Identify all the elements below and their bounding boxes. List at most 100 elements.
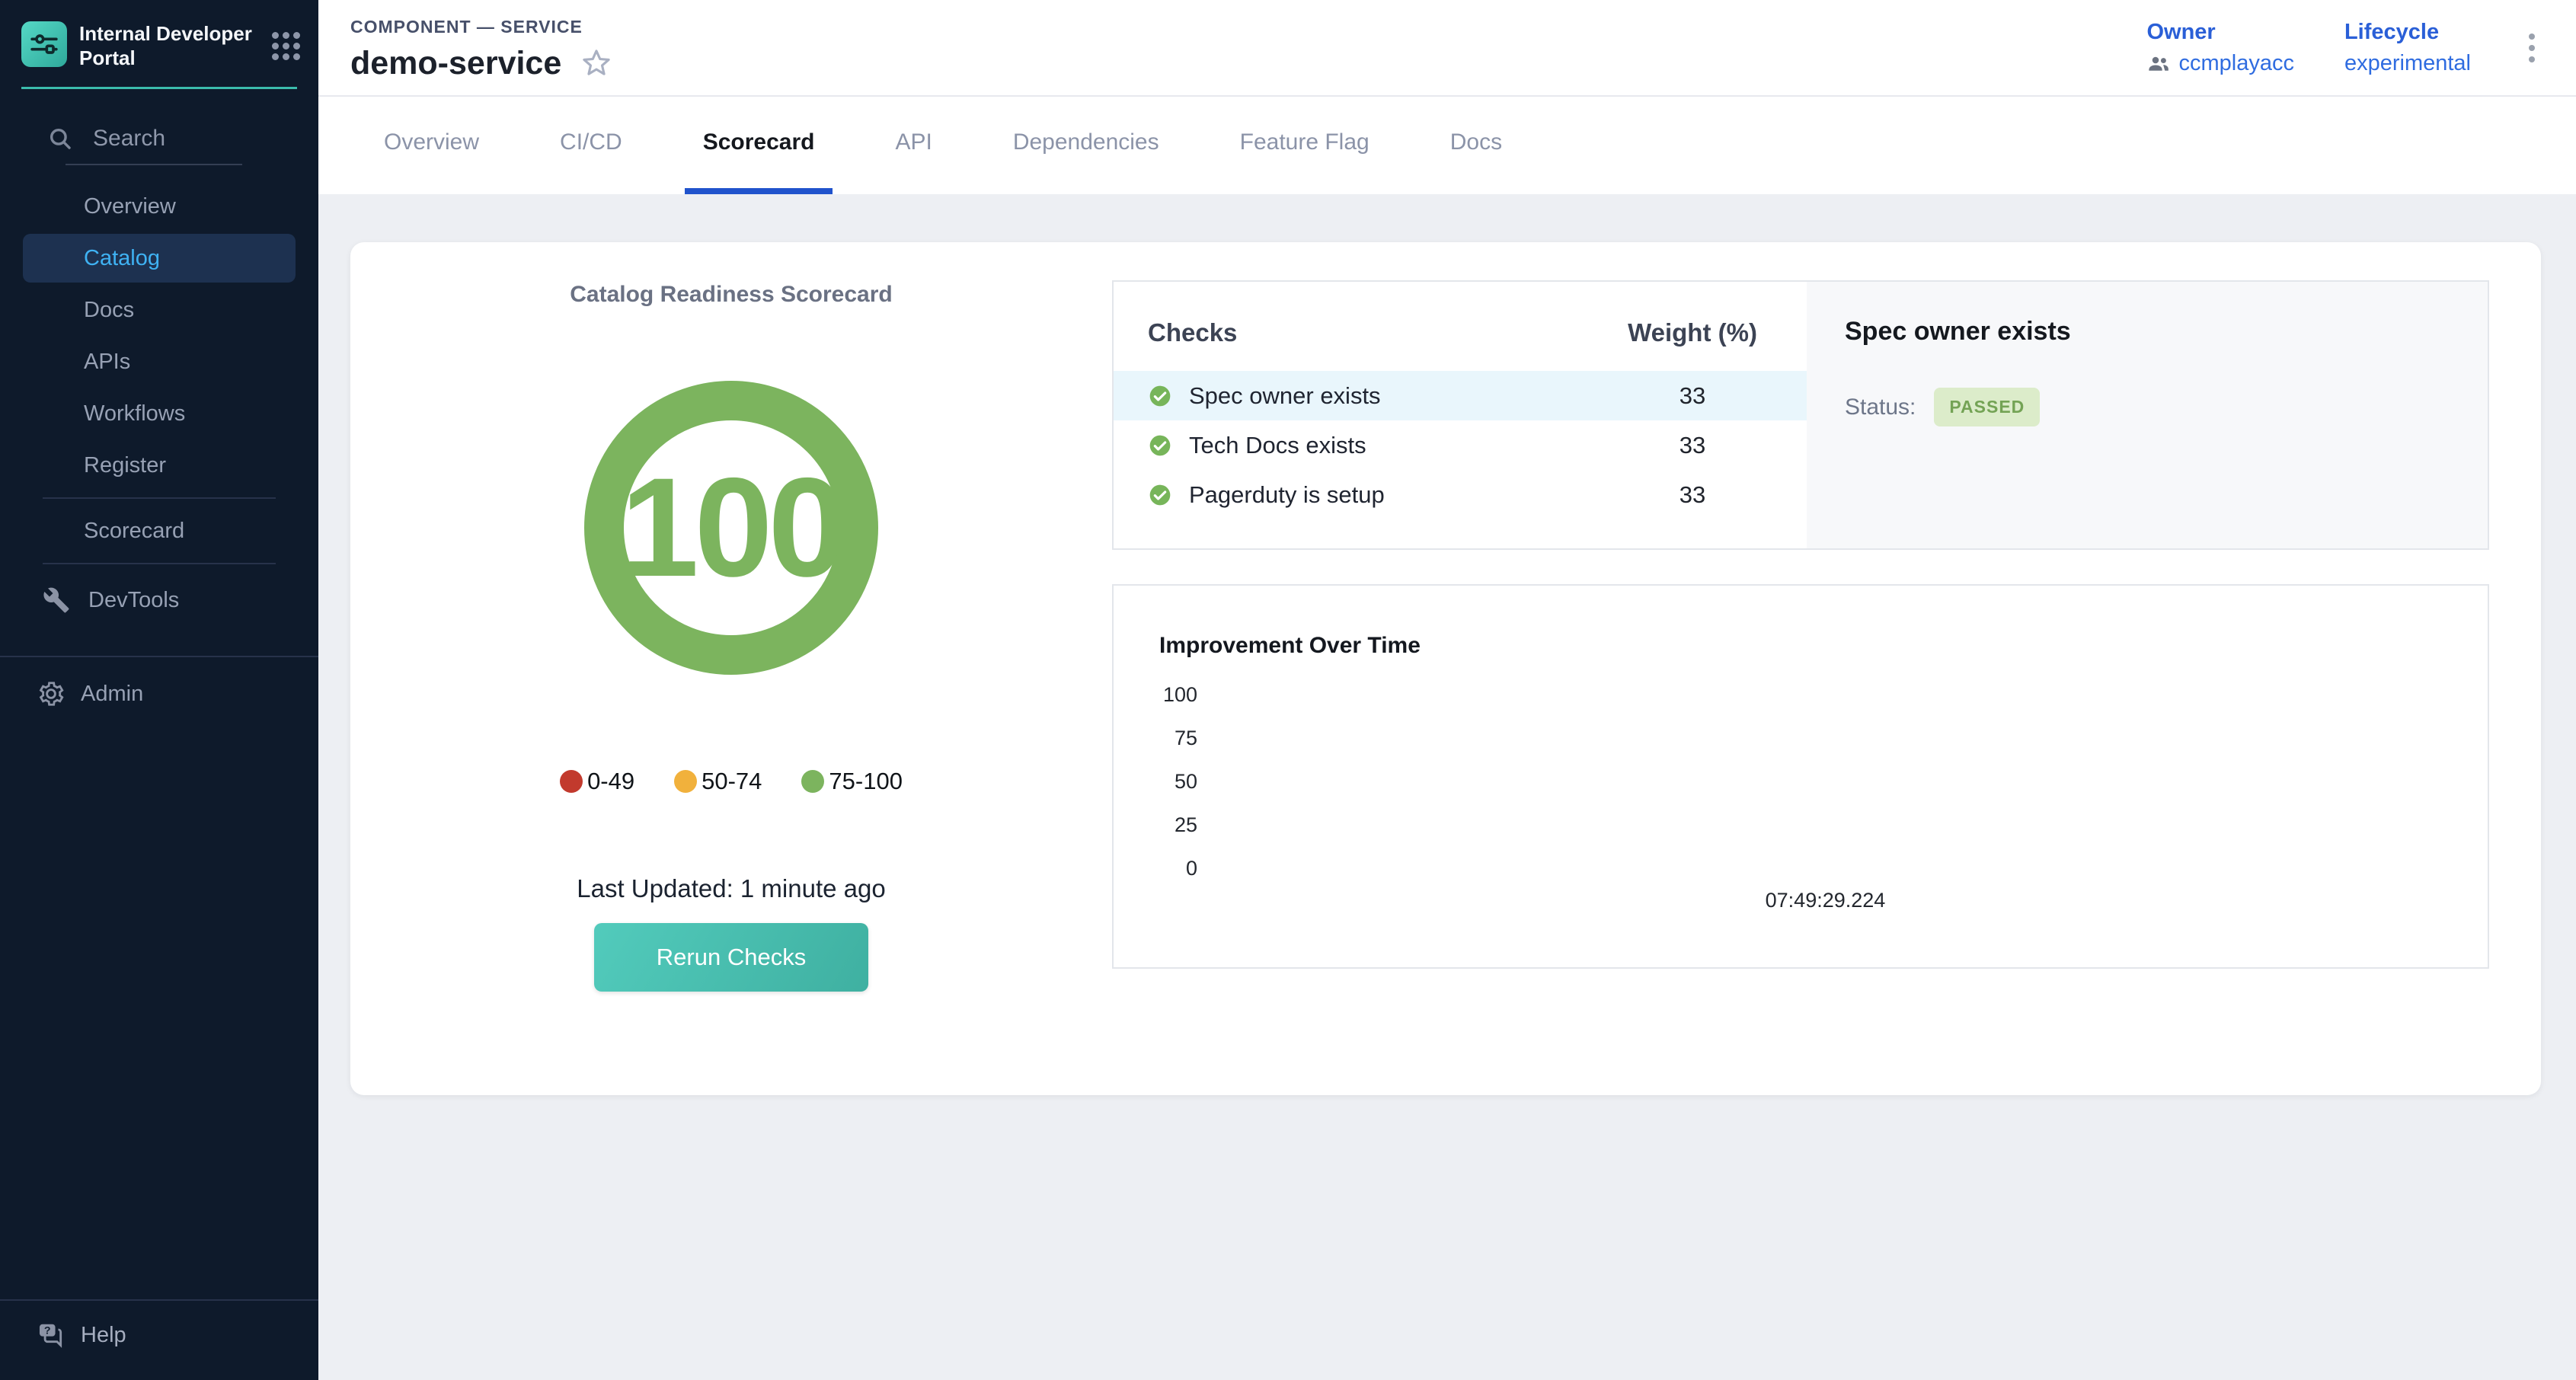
sidebar-item-admin-label: Admin (81, 682, 143, 707)
sidebar-item-register[interactable]: Register (0, 439, 318, 491)
entity-header: COMPONENT — SERVICE demo-service Owner c… (318, 0, 2576, 97)
improvement-chart: Improvement Over Time 100 75 50 25 0 07:… (1112, 584, 2489, 969)
divider (66, 164, 242, 165)
status-badge: PASSED (1934, 388, 2040, 426)
divider (21, 87, 297, 89)
search-input[interactable]: Search (47, 126, 318, 152)
divider (43, 563, 276, 564)
checks-header-label: Checks (1148, 318, 1578, 347)
more-options-kebab-icon[interactable] (2521, 26, 2542, 70)
search-icon (47, 126, 73, 152)
x-tick: 07:49:29.224 (1766, 889, 1886, 912)
legend-item-mid: 50-74 (674, 768, 762, 795)
sidebar-item-help-label: Help (81, 1323, 126, 1348)
sidebar-item-apis[interactable]: APIs (0, 336, 318, 388)
check-circle-icon (1148, 433, 1172, 458)
sidebar-header: Internal Developer Portal (0, 0, 318, 70)
legend-label-low: 0-49 (587, 768, 634, 795)
check-circle-icon (1148, 483, 1172, 507)
people-icon (2146, 51, 2171, 75)
check-circle-icon (1148, 384, 1172, 408)
y-tick: 25 (1144, 813, 1197, 857)
tab-cicd[interactable]: CI/CD (542, 97, 641, 194)
checks-column: Checks Weight (%) Spec owner exists 33 (1112, 242, 2541, 1095)
checks-table-header: Checks Weight (%) (1114, 314, 1807, 352)
lifecycle-value: experimental (2344, 51, 2471, 76)
chart-y-axis: 100 75 50 25 0 (1144, 683, 1197, 900)
favorite-star-icon[interactable] (580, 46, 613, 80)
y-tick: 50 (1144, 770, 1197, 813)
lifecycle-label: Lifecycle (2344, 20, 2471, 45)
check-weight: 33 (1578, 481, 1807, 509)
check-name: Tech Docs exists (1189, 432, 1578, 459)
owner-value: ccmplayacc (2178, 51, 2294, 76)
sidebar-item-workflows[interactable]: Workflows (0, 388, 318, 439)
check-weight: 33 (1578, 432, 1807, 459)
gauge-column: Catalog Readiness Scorecard 100 0-49 50-… (350, 242, 1112, 1095)
y-tick: 0 (1144, 857, 1197, 900)
owner-link[interactable]: ccmplayacc (2146, 51, 2294, 76)
rerun-checks-button[interactable]: Rerun Checks (594, 923, 868, 992)
tab-api[interactable]: API (877, 97, 950, 194)
portal-title: Internal Developer Portal (79, 21, 272, 70)
svg-text:?: ? (44, 1325, 51, 1337)
wrench-icon (43, 586, 70, 614)
chart-title: Improvement Over Time (1159, 633, 1421, 659)
check-name: Pagerduty is setup (1189, 481, 1578, 509)
check-detail-panel: Spec owner exists Status: PASSED (1807, 282, 2488, 548)
scorecard-card: Catalog Readiness Scorecard 100 0-49 50-… (350, 242, 2541, 1095)
help-chat-icon: ? (37, 1321, 66, 1350)
sidebar-item-catalog[interactable]: Catalog (0, 232, 318, 284)
tab-docs[interactable]: Docs (1432, 97, 1520, 194)
table-row-spec-owner[interactable]: Spec owner exists 33 (1114, 371, 1807, 420)
legend-item-low: 0-49 (560, 768, 634, 795)
legend-label-high: 75-100 (829, 768, 903, 795)
gear-icon (37, 679, 66, 708)
status-label: Status: (1845, 395, 1916, 420)
y-tick: 75 (1144, 727, 1197, 770)
portal-logo-icon (21, 21, 67, 67)
tab-dependencies[interactable]: Dependencies (995, 97, 1178, 194)
search-placeholder: Search (93, 126, 165, 152)
content-area: Catalog Readiness Scorecard 100 0-49 50-… (318, 194, 2576, 1380)
main-area: COMPONENT — SERVICE demo-service Owner c… (318, 0, 2576, 1380)
sidebar-item-devtools-label: DevTools (88, 588, 179, 613)
checks-table: Checks Weight (%) Spec owner exists 33 (1114, 282, 1807, 548)
tab-overview[interactable]: Overview (366, 97, 497, 194)
entity-tabs: Overview CI/CD Scorecard API Dependencie… (318, 97, 2576, 194)
score-value: 100 (621, 447, 842, 609)
score-gauge: 100 (584, 381, 878, 675)
check-detail-title: Spec owner exists (1845, 317, 2450, 347)
apps-grid-icon[interactable] (272, 32, 300, 60)
lifecycle-group: Lifecycle experimental (2344, 20, 2471, 76)
sidebar-item-scorecard[interactable]: Scorecard (0, 505, 318, 557)
divider (43, 497, 276, 499)
sidebar-item-admin[interactable]: Admin (0, 657, 318, 730)
score-legend: 0-49 50-74 75-100 (560, 768, 903, 795)
sidebar-item-help[interactable]: ? Help (0, 1301, 318, 1380)
table-row-tech-docs[interactable]: Tech Docs exists 33 (1114, 420, 1807, 470)
sidebar-item-devtools[interactable]: DevTools (0, 570, 318, 630)
table-row-pagerduty[interactable]: Pagerduty is setup 33 (1114, 470, 1807, 519)
y-tick: 100 (1144, 683, 1197, 727)
weight-header-label: Weight (%) (1578, 318, 1807, 347)
scorecard-title: Catalog Readiness Scorecard (570, 282, 893, 308)
legend-dot-green (801, 770, 824, 793)
check-weight: 33 (1578, 382, 1807, 410)
last-updated-text: Last Updated: 1 minute ago (577, 874, 885, 903)
owner-label: Owner (2146, 20, 2294, 45)
legend-dot-red (560, 770, 583, 793)
breadcrumb: COMPONENT — SERVICE (350, 17, 2146, 37)
sidebar-item-catalog-pill: Catalog (23, 234, 296, 283)
owner-group: Owner ccmplayacc (2146, 20, 2294, 76)
sidebar-item-docs[interactable]: Docs (0, 284, 318, 336)
legend-dot-yellow (674, 770, 697, 793)
legend-item-high: 75-100 (801, 768, 903, 795)
sidebar-item-overview[interactable]: Overview (0, 180, 318, 232)
page-title: demo-service (350, 45, 561, 82)
legend-label-mid: 50-74 (702, 768, 762, 795)
check-name: Spec owner exists (1189, 382, 1578, 410)
tab-scorecard[interactable]: Scorecard (685, 97, 833, 194)
tab-feature-flag[interactable]: Feature Flag (1222, 97, 1388, 194)
sidebar-nav: Overview Catalog Docs APIs Workflows Reg… (0, 180, 318, 630)
